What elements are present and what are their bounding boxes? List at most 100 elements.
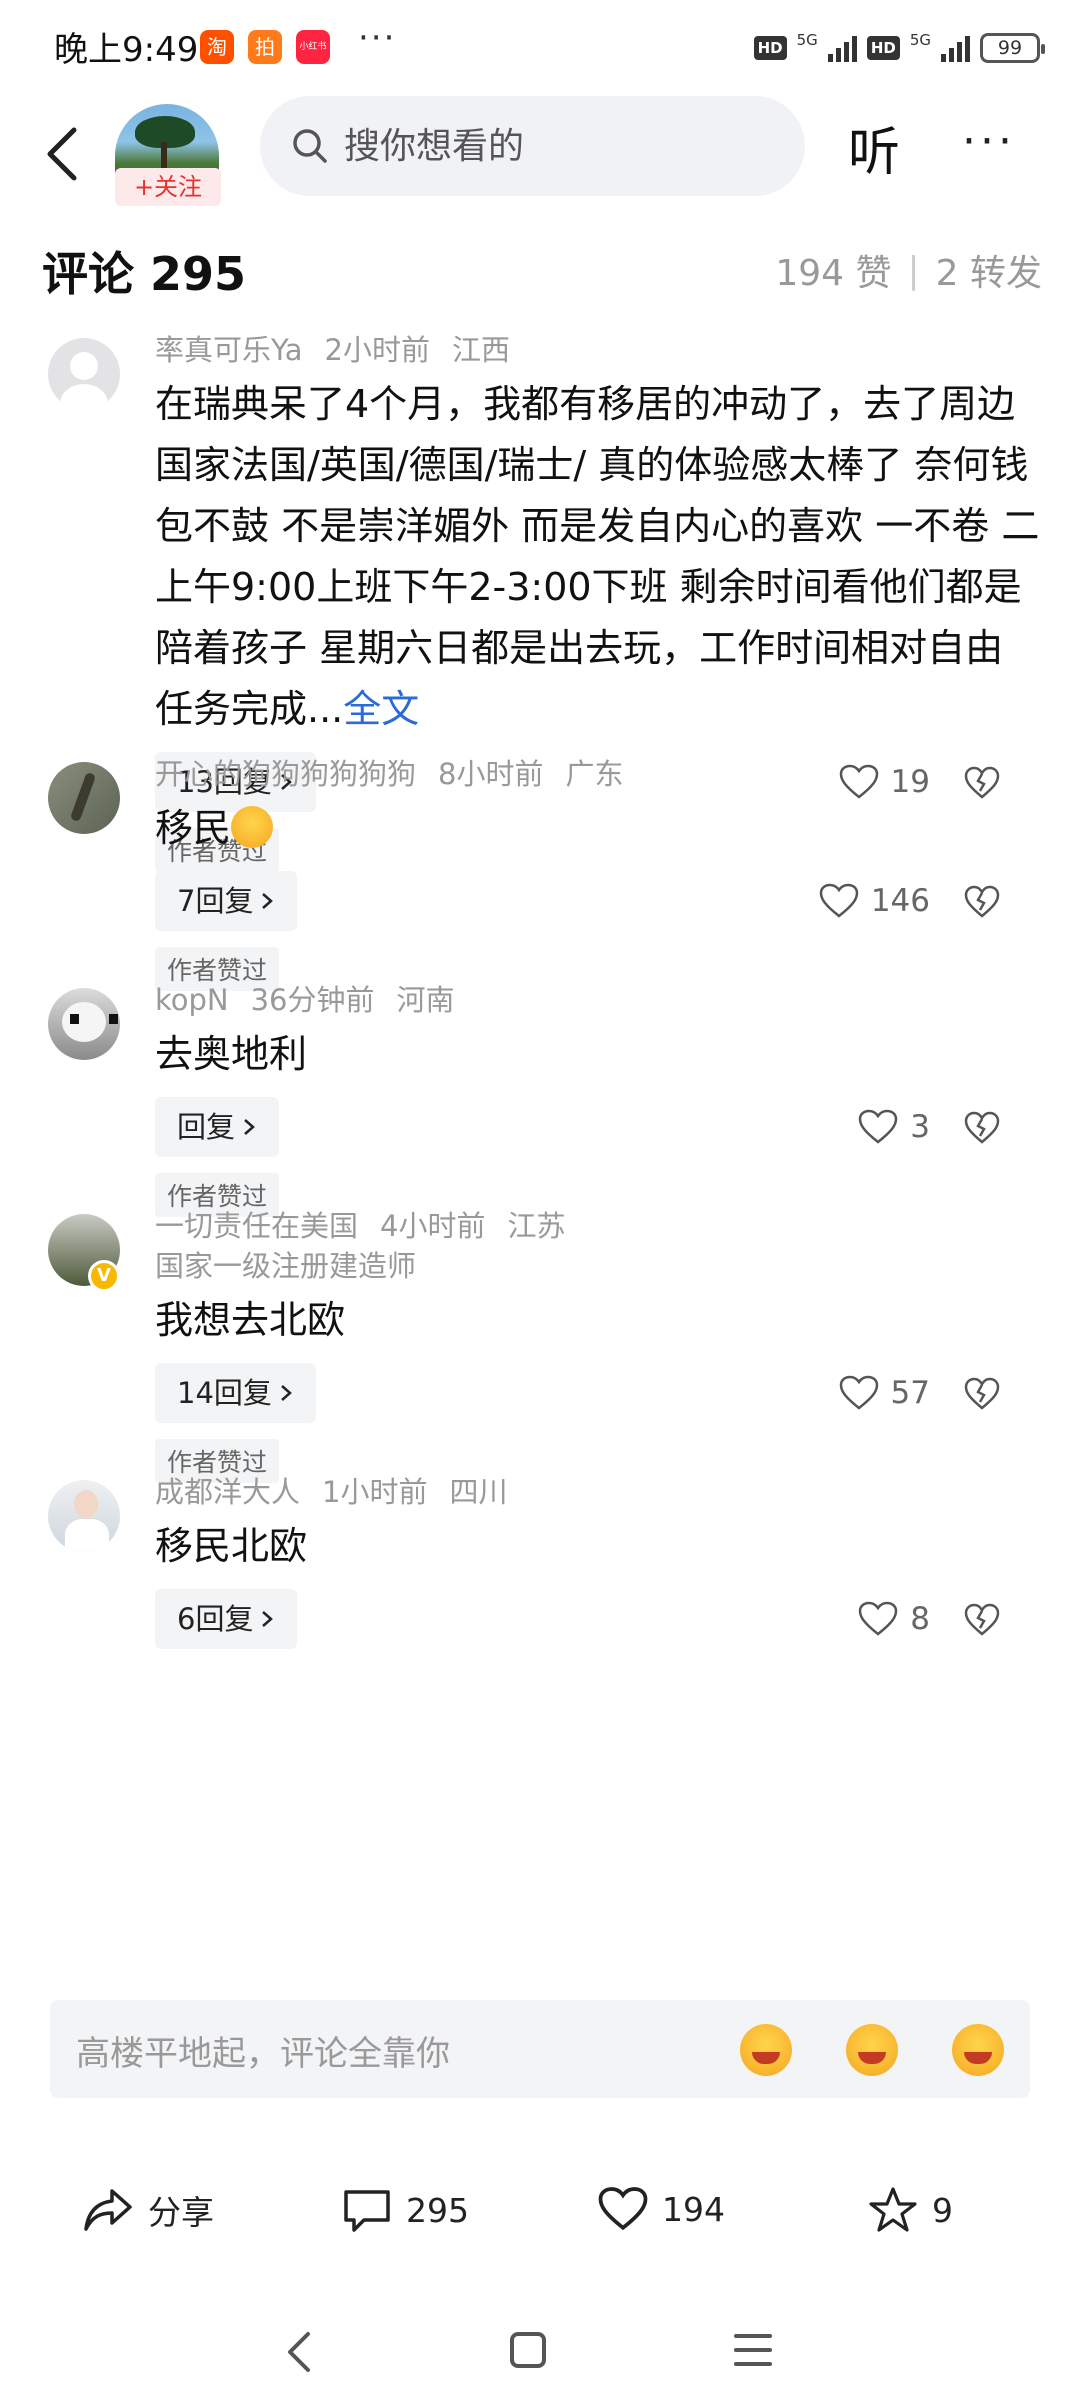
comment-location: 河南 <box>396 983 455 1017</box>
more-options-icon[interactable]: ··· <box>962 116 1016 167</box>
comment-item: V 一切责任在美国 4小时前 江苏 国家一级注册建造师 我想去北欧 14回复 57 … <box>0 1206 1080 1483</box>
hd-icon: HD <box>866 36 900 60</box>
commenter-name[interactable]: 一切责任在美国 <box>155 1209 358 1243</box>
system-nav-bar <box>0 2300 1080 2400</box>
reply-label: 回复 <box>177 1110 236 1144</box>
search-input[interactable] <box>344 125 764 167</box>
comment-actions: 7回复 146 <box>155 871 1040 933</box>
taobao-app-icon: 淘 <box>200 30 234 64</box>
comment-time: 4小时前 <box>380 1209 486 1243</box>
comments-title: 评论 295 <box>42 247 247 301</box>
commenter-name[interactable]: kopN <box>155 983 229 1017</box>
heart-icon <box>859 1601 898 1636</box>
forwards-count[interactable]: 2 转发 <box>936 244 1042 296</box>
rofl-emoji-icon[interactable] <box>952 2024 1004 2076</box>
nav-home-icon[interactable] <box>508 2330 548 2370</box>
commenter-avatar[interactable] <box>48 338 120 410</box>
back-arrow-icon[interactable] <box>40 124 90 184</box>
share-label: 分享 <box>148 2193 214 2232</box>
comment-meta: 一切责任在美国 4小时前 江苏 <box>155 1206 1040 1246</box>
network-type: 5G <box>796 30 818 49</box>
reply-label: 7回复 <box>177 884 254 918</box>
commenter-name[interactable]: 率真可乐Ya <box>155 333 303 367</box>
comment-item: 开心的狗狗狗狗狗狗 8小时前 广东 移民 7回复 146 作者赞过 <box>0 754 1080 991</box>
comment-location: 广东 <box>565 757 624 791</box>
like-button[interactable]: 146 <box>819 883 930 919</box>
share-icon <box>84 2189 132 2231</box>
comment-text[interactable]: 移民北欧 <box>155 1516 1040 1577</box>
commenter-avatar[interactable] <box>48 1480 120 1552</box>
favorite-button[interactable]: 9 <box>868 2186 953 2234</box>
comment-input-bar[interactable]: 高楼平地起，评论全靠你 <box>50 2000 1030 2098</box>
dislike-broken-heart-icon[interactable] <box>964 1377 1000 1411</box>
reply-label: 6回复 <box>177 1602 254 1636</box>
comment-icon <box>344 2190 390 2232</box>
chevron-right-icon <box>262 1611 274 1627</box>
listen-button[interactable]: 听 <box>848 110 900 185</box>
grinning-emoji-icon <box>231 805 274 848</box>
more-notifications-icon: ··· <box>358 18 397 58</box>
likes-count[interactable]: 194 赞 <box>775 244 891 296</box>
like-button[interactable]: 8 <box>858 1601 930 1637</box>
comment-item: 率真可乐Ya 2小时前 江西 在瑞典呆了4个月，我都有移居的冲动了，去了周边国家法国… <box>0 330 1080 872</box>
network-type: 5G <box>909 30 931 49</box>
commenter-name[interactable]: 开心的狗狗狗狗狗狗 <box>155 757 416 791</box>
dislike-broken-heart-icon[interactable] <box>964 885 1000 919</box>
share-button[interactable]: 分享 <box>82 2186 214 2234</box>
chevron-right-icon <box>244 1119 255 1135</box>
like-button[interactable]: 3 <box>858 1109 930 1145</box>
heart-icon <box>859 1109 898 1144</box>
like-count: 8 <box>910 1601 930 1637</box>
comment-meta: 成都洋大人 1小时前 四川 <box>155 1472 1040 1512</box>
comment-location: 江苏 <box>507 1209 566 1243</box>
full-text-link[interactable]: 全文 <box>343 687 419 731</box>
dislike-broken-heart-icon[interactable] <box>964 1603 1000 1637</box>
comment-body: 移民 <box>155 806 232 850</box>
grinning-emoji-icon[interactable] <box>846 2024 898 2076</box>
reply-label: 14回复 <box>177 1376 272 1410</box>
reply-button[interactable]: 7回复 <box>155 871 298 931</box>
nav-back-icon[interactable] <box>282 2330 318 2374</box>
battery-indicator: 99 <box>980 33 1045 63</box>
commenter-name[interactable]: 成都洋大人 <box>155 1475 300 1509</box>
comment-button[interactable]: 295 <box>342 2186 469 2234</box>
comment-input-placeholder[interactable]: 高楼平地起，评论全靠你 <box>76 2026 450 2075</box>
comment-text[interactable]: 在瑞典呆了4个月，我都有移居的冲动了，去了周边国家法国/英国/德国/瑞士/ 真的… <box>155 374 1040 740</box>
heart-icon <box>819 883 859 918</box>
comment-time: 36分钟前 <box>250 983 375 1017</box>
nav-menu-icon[interactable] <box>732 2330 774 2370</box>
signal-icon <box>941 34 970 62</box>
verified-badge-icon: V <box>88 1260 120 1292</box>
commenter-avatar[interactable] <box>48 988 120 1060</box>
signal-icon <box>827 34 857 62</box>
like-button[interactable]: 57 <box>839 1375 930 1411</box>
comment-actions: 回复 3 <box>155 1097 1040 1159</box>
reply-button[interactable]: 6回复 <box>155 1589 298 1649</box>
comment-actions: 6回复 8 <box>155 1589 1040 1651</box>
follow-button[interactable]: +关注 <box>115 168 221 206</box>
chevron-right-icon <box>281 1385 292 1401</box>
comment-location: 四川 <box>449 1475 508 1509</box>
comment-text[interactable]: 去奥地利 <box>155 1024 1040 1085</box>
comment-count: 295 <box>406 2190 469 2230</box>
comment-text[interactable]: 移民 <box>155 798 1040 859</box>
dislike-broken-heart-icon[interactable] <box>964 1111 1000 1145</box>
comment-text[interactable]: 我想去北欧 <box>155 1290 1040 1351</box>
reply-button[interactable]: 回复 <box>155 1097 280 1157</box>
comment-item: kopN 36分钟前 河南 去奥地利 回复 3 作者赞过 <box>0 980 1080 1217</box>
commenter-avatar[interactable] <box>48 762 120 834</box>
search-bar[interactable] <box>260 96 805 196</box>
comment-actions: 14回复 57 <box>155 1363 1040 1425</box>
status-time: 晚上9:49 <box>54 30 199 70</box>
stats-separator: | <box>907 249 920 291</box>
like-post-button[interactable]: 194 <box>598 2186 725 2232</box>
like-count: 57 <box>890 1375 930 1411</box>
laughing-emoji-icon[interactable] <box>740 2024 792 2076</box>
heart-icon <box>598 2187 648 2231</box>
bottom-action-bar: 分享 295 194 9 <box>0 2170 1080 2260</box>
comment-list[interactable]: 率真可乐Ya 2小时前 江西 在瑞典呆了4个月，我都有移居的冲动了，去了周边国家法国… <box>0 330 1080 1995</box>
comments-header: 评论 295 194 赞 | 2 转发 <box>42 238 1042 301</box>
reply-button[interactable]: 14回复 <box>155 1363 316 1423</box>
author-avatar[interactable]: +关注 <box>115 104 221 210</box>
comment-time: 2小时前 <box>324 333 430 367</box>
